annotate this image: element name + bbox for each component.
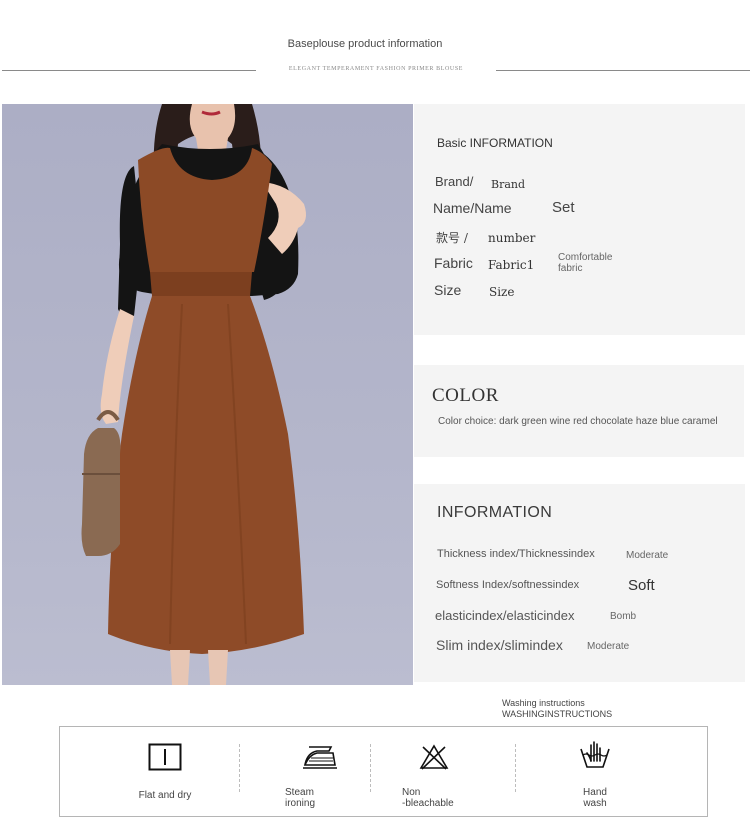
wash-label-flat-dry: Flat and dry [138, 790, 192, 801]
wash-item-flat-dry: Flat and dry [130, 743, 200, 801]
header-divider-left [2, 70, 256, 71]
wash-divider [239, 744, 240, 792]
brand-value: Brand [491, 178, 526, 191]
wash-label-bleach-line2: -bleachable [402, 798, 454, 809]
wash-label-hand-line2: wash [583, 798, 607, 809]
elastic-label: elasticindex/elasticindex [435, 608, 575, 623]
washing-title-line1: Washing instructions [502, 698, 585, 708]
washing-instructions-box: Flat and dry Steam ironing Non -bleachab… [59, 726, 708, 817]
no-bleach-icon [419, 744, 449, 770]
fabric-value: Fabric1 [488, 258, 535, 272]
color-title: COLOR [432, 385, 499, 406]
flat-dry-icon [148, 743, 182, 771]
fabric-note-line1: Comfortable [558, 252, 613, 263]
information-title: INFORMATION [437, 504, 553, 521]
header-divider-right [496, 70, 750, 71]
product-photo [2, 104, 413, 685]
information-panel: INFORMATION Thickness index/Thicknessind… [414, 484, 745, 682]
fabric-note-line2: fabric [558, 263, 583, 274]
wash-label-hand-line1: Hand [583, 787, 607, 798]
basic-info-panel: Basic INFORMATION Brand/ Brand Name/Name… [414, 104, 745, 335]
wash-label-steam-line2: ironing [285, 798, 316, 809]
brand-label: Brand/ [435, 174, 474, 189]
washing-title-line2: WASHINGINSTRUCTIONS [502, 709, 613, 719]
style-number-value: number [488, 231, 536, 245]
wash-item-hand-wash: Hand wash [570, 739, 620, 809]
page-title: Baseplouse product information [287, 38, 443, 50]
hand-wash-icon [580, 741, 610, 768]
fabric-note: Comfortable fabric [558, 252, 612, 274]
washing-title: Washing instructions WASHINGINSTRUCTIONS [502, 698, 612, 720]
color-choice: Color choice: dark green wine red chocol… [438, 416, 718, 427]
wash-label-steam-line1: Steam [285, 787, 314, 798]
wash-item-steam-ironing: Steam ironing [285, 743, 345, 809]
page-subtitle: ELEGANT TEMPERAMENT FASHION PRIMER BLOUS… [288, 66, 464, 72]
slim-value: Moderate [587, 641, 630, 652]
size-label: Size [434, 282, 462, 298]
wash-divider [515, 744, 516, 792]
style-number-label: 款号 / [436, 231, 468, 245]
name-value: Set [552, 199, 575, 216]
softness-value: Soft [628, 577, 655, 594]
thickness-label: Thickness index/Thicknessindex [437, 548, 595, 560]
color-panel: COLOR Color choice: dark green wine red … [414, 365, 744, 457]
fabric-label: Fabric [434, 255, 473, 271]
basic-info-title: Basic INFORMATION [437, 136, 553, 150]
slim-label: Slim index/slimindex [436, 637, 563, 653]
iron-icon [303, 746, 337, 769]
wash-label-bleach-line1: Non [402, 787, 421, 798]
softness-label: Softness Index/softnessindex [436, 579, 580, 591]
thickness-value: Moderate [626, 550, 669, 561]
wash-divider [370, 744, 371, 792]
size-value: Size [489, 285, 515, 299]
name-label: Name/Name [433, 200, 512, 216]
elastic-value: Bomb [610, 611, 637, 622]
wash-item-non-bleachable: Non -bleachable [402, 743, 472, 809]
